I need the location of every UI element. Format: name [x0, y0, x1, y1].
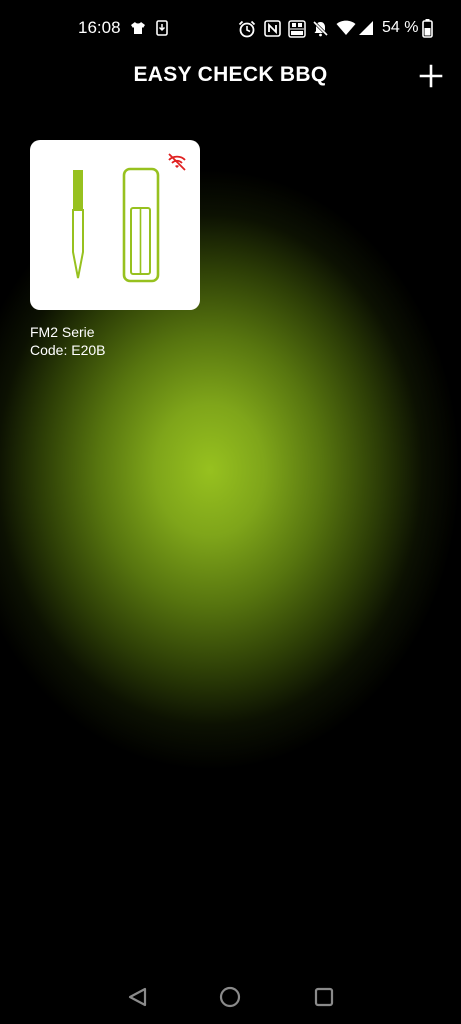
wifi-off-icon: [168, 153, 186, 171]
navigation-bar: [0, 970, 461, 1024]
battery-percent: 54 %: [382, 19, 419, 36]
recents-button[interactable]: [311, 984, 337, 1010]
status-bar: 16:08 54 %: [0, 0, 461, 58]
plus-icon: [419, 64, 443, 88]
battery-icon: [422, 19, 433, 38]
back-button[interactable]: [125, 984, 151, 1010]
wifi-icon: [336, 20, 356, 35]
signal-icon: [359, 21, 373, 35]
back-icon: [128, 987, 147, 1007]
shirt-icon: [131, 22, 145, 34]
sim-download-icon: [156, 20, 168, 36]
recents-icon: [314, 987, 334, 1007]
volte-icon: [288, 20, 306, 38]
home-icon: [219, 986, 241, 1008]
app-title: EASY CHECK BBQ: [133, 63, 328, 86]
home-button[interactable]: [217, 984, 243, 1010]
device-code: Code: E20B: [30, 342, 106, 358]
device-name: FM2 Serie: [30, 324, 95, 340]
status-time: 16:08: [78, 18, 121, 37]
nfc-icon: [264, 20, 281, 37]
alarm-icon: [238, 20, 256, 38]
mute-icon: [312, 20, 329, 37]
device-card[interactable]: [30, 140, 200, 310]
add-device-button[interactable]: [419, 64, 443, 88]
